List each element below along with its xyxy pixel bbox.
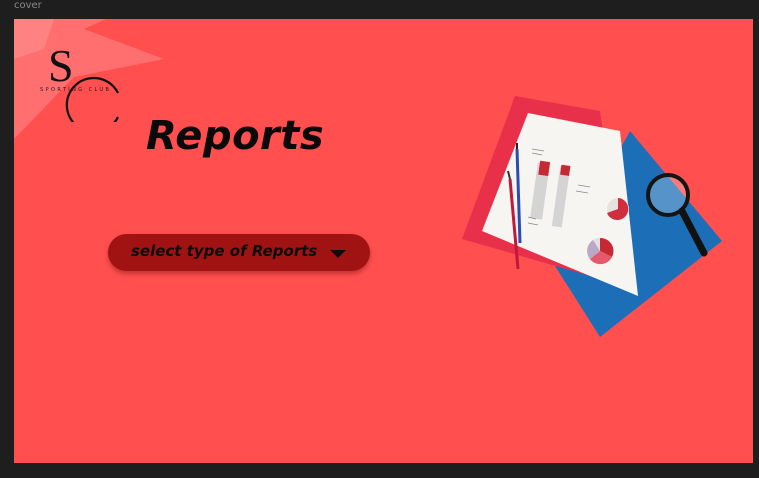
sporting-club-logo: S SPORTING CLUB	[26, 37, 126, 134]
logo-monogram-s: S	[48, 40, 74, 91]
paper-pie-chart-top	[607, 198, 629, 220]
sporting-club-monogram-icon: S	[48, 40, 119, 134]
cover-artboard: S SPORTING CLUB Reports select type of R…	[14, 19, 753, 463]
frame-label: cover	[14, 0, 42, 11]
reports-papers-magnifier-illustration	[462, 96, 722, 337]
logo-monogram-c	[65, 76, 119, 134]
report-type-select-label: select type of Reports	[131, 242, 318, 260]
logo-brand-name: SPORTING CLUB	[40, 87, 112, 93]
paper-pie-chart-bottom	[587, 237, 614, 265]
page-title: Reports	[146, 113, 325, 159]
report-type-select-button[interactable]: select type of Reports	[108, 234, 370, 271]
caret-down-icon	[330, 250, 346, 258]
